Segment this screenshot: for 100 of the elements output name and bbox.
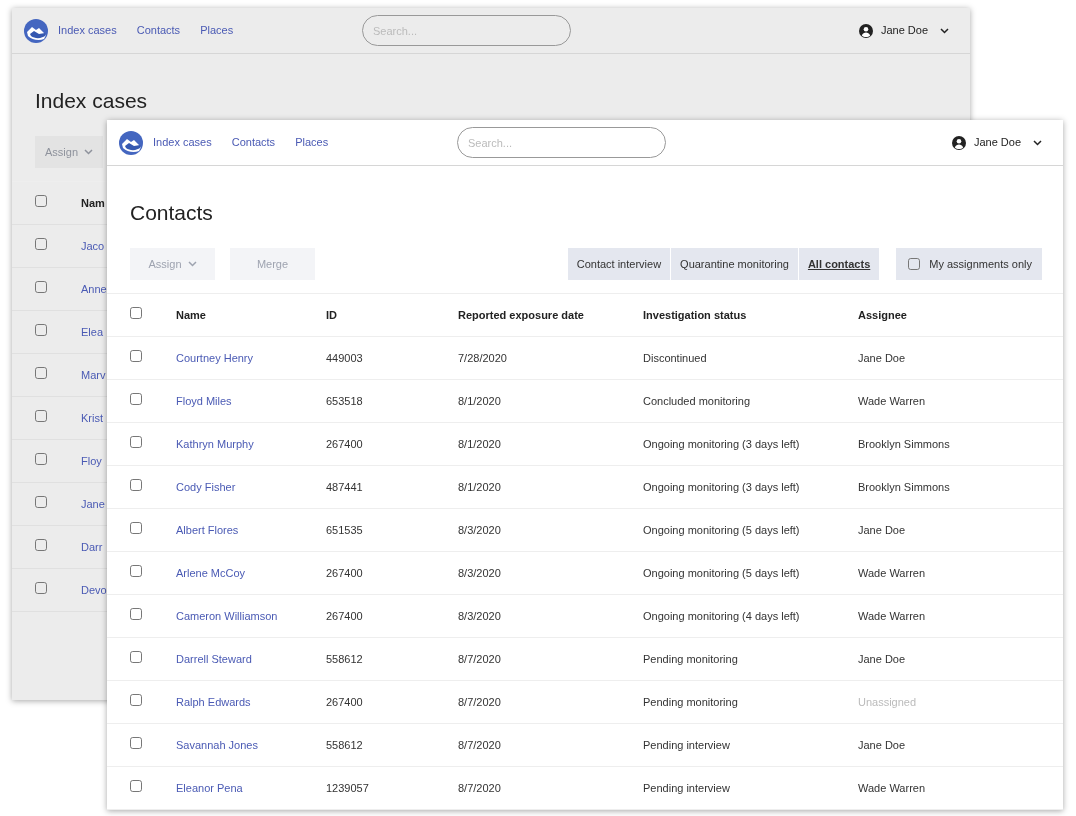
table-cell: Wade Warren [858, 394, 926, 407]
row-checkbox[interactable] [130, 478, 142, 491]
table-cell: Jane Doe [858, 523, 906, 536]
table-cell: 8/3/2020 [458, 523, 501, 536]
table-cell: Ongoing monitoring (5 days left) [643, 523, 800, 536]
row-checkbox[interactable] [130, 564, 142, 577]
name-link[interactable]: Savannah Jones [176, 738, 258, 751]
table-cell: 8/3/2020 [458, 566, 501, 579]
row-checkbox[interactable] [130, 693, 142, 706]
row-checkbox[interactable] [130, 521, 142, 534]
page-title: Contacts [130, 200, 214, 226]
row-checkbox[interactable] [35, 323, 47, 336]
chevron-down-icon [1033, 139, 1042, 146]
search-field[interactable]: Search... [457, 127, 666, 158]
row-checkbox[interactable] [35, 237, 47, 250]
name-link[interactable]: Darrell Steward [176, 652, 252, 665]
name-link[interactable]: Devo [81, 583, 107, 596]
table-cell: Ongoing monitoring (5 days left) [643, 566, 800, 579]
name-link[interactable]: Albert Flores [176, 523, 239, 536]
user-menu[interactable]: Jane Doe [973, 134, 1021, 151]
row-checkbox[interactable] [130, 392, 142, 405]
table-cell: 8/7/2020 [458, 781, 501, 794]
filter-tab[interactable]: All contacts [798, 248, 880, 280]
name-link[interactable]: Cameron Williamson [176, 609, 278, 622]
table-cell: 8/3/2020 [458, 609, 501, 622]
nav-link[interactable]: Places [295, 134, 329, 151]
name-link[interactable]: Cody Fisher [176, 480, 236, 493]
name-link[interactable]: Courtney Henry [176, 351, 254, 364]
table-cell: 8/7/2020 [458, 738, 501, 751]
table-cell: Discontinued [643, 351, 707, 364]
table-cell: 1239057 [326, 781, 369, 794]
row-checkbox[interactable] [35, 581, 47, 594]
table-cell: 8/1/2020 [458, 394, 501, 407]
row-checkbox[interactable] [35, 495, 47, 508]
name-link[interactable]: Floy [81, 454, 102, 467]
page-title: Index cases [35, 88, 149, 114]
name-link[interactable]: Eleanor Pena [176, 781, 243, 794]
table-cell: Pending interview [643, 738, 730, 751]
row-checkbox[interactable] [130, 650, 142, 663]
select-all-checkbox[interactable] [35, 194, 47, 207]
row-checkbox[interactable] [130, 349, 142, 362]
checkbox[interactable] [908, 258, 921, 270]
filter-tab[interactable]: Quarantine monitoring [671, 248, 798, 280]
table-cell: Brooklyn Simmons [858, 437, 950, 450]
name-link[interactable]: Floyd Miles [176, 394, 232, 407]
row-checkbox[interactable] [35, 280, 47, 293]
name-link[interactable]: Ralph Edwards [176, 695, 251, 708]
column-header[interactable]: ID [326, 308, 337, 321]
row-checkbox[interactable] [35, 452, 47, 465]
chevron-down-icon [940, 27, 949, 34]
nav-link[interactable]: Index cases [58, 22, 117, 39]
name-link[interactable]: Elea [81, 325, 104, 338]
table-cell: Jane Doe [858, 738, 906, 751]
table-cell: 653518 [326, 394, 363, 407]
name-link[interactable]: Marv [81, 368, 106, 381]
user-menu[interactable]: Jane Doe [880, 22, 928, 39]
filter-tab[interactable]: Contact interview [567, 248, 671, 280]
table-cell: Brooklyn Simmons [858, 480, 950, 493]
nav-link[interactable]: Contacts [136, 22, 181, 39]
name-link[interactable]: Jane [81, 497, 105, 510]
chevron-down-icon [187, 261, 197, 267]
column-header[interactable]: Nam [81, 196, 105, 209]
logo-icon[interactable] [119, 130, 143, 155]
table-cell: Unassigned [858, 695, 917, 708]
row-checkbox[interactable] [35, 366, 47, 379]
column-header[interactable]: Name [176, 308, 206, 321]
row-checkbox[interactable] [130, 779, 142, 792]
table-cell: 267400 [326, 437, 363, 450]
row-checkbox[interactable] [130, 435, 142, 448]
table-cell: Jane Doe [858, 652, 906, 665]
table-cell: 8/1/2020 [458, 437, 501, 450]
table-cell: Concluded monitoring [643, 394, 750, 407]
table-cell: 267400 [326, 695, 363, 708]
checkbox-label[interactable]: My assignments only [929, 255, 1032, 273]
name-link[interactable]: Darr [81, 540, 103, 553]
select-all-checkbox[interactable] [130, 306, 142, 319]
column-header[interactable]: Assignee [858, 308, 907, 321]
nav-link[interactable]: Places [200, 22, 234, 39]
table-cell: Ongoing monitoring (4 days left) [643, 609, 800, 622]
name-link[interactable]: Arlene McCoy [176, 566, 246, 579]
column-header[interactable]: Reported exposure date [458, 308, 584, 321]
user-icon [951, 135, 966, 150]
logo-icon[interactable] [24, 18, 48, 43]
nav-link[interactable]: Contacts [231, 134, 276, 151]
name-link[interactable]: Anne [81, 282, 107, 295]
row-checkbox[interactable] [130, 736, 142, 749]
table-cell: Wade Warren [858, 781, 926, 794]
table-cell: Jane Doe [858, 351, 906, 364]
table-cell: 7/28/2020 [458, 351, 507, 364]
row-checkbox[interactable] [130, 607, 142, 620]
table-cell: 8/1/2020 [458, 480, 501, 493]
nav-link[interactable]: Index cases [153, 134, 212, 151]
table-cell: 267400 [326, 566, 363, 579]
row-checkbox[interactable] [35, 409, 47, 422]
row-checkbox[interactable] [35, 538, 47, 551]
name-link[interactable]: Jaco [81, 239, 105, 252]
table-cell: 8/7/2020 [458, 652, 501, 665]
name-link[interactable]: Krist [81, 411, 103, 424]
column-header[interactable]: Investigation status [643, 308, 747, 321]
name-link[interactable]: Kathryn Murphy [176, 437, 254, 450]
